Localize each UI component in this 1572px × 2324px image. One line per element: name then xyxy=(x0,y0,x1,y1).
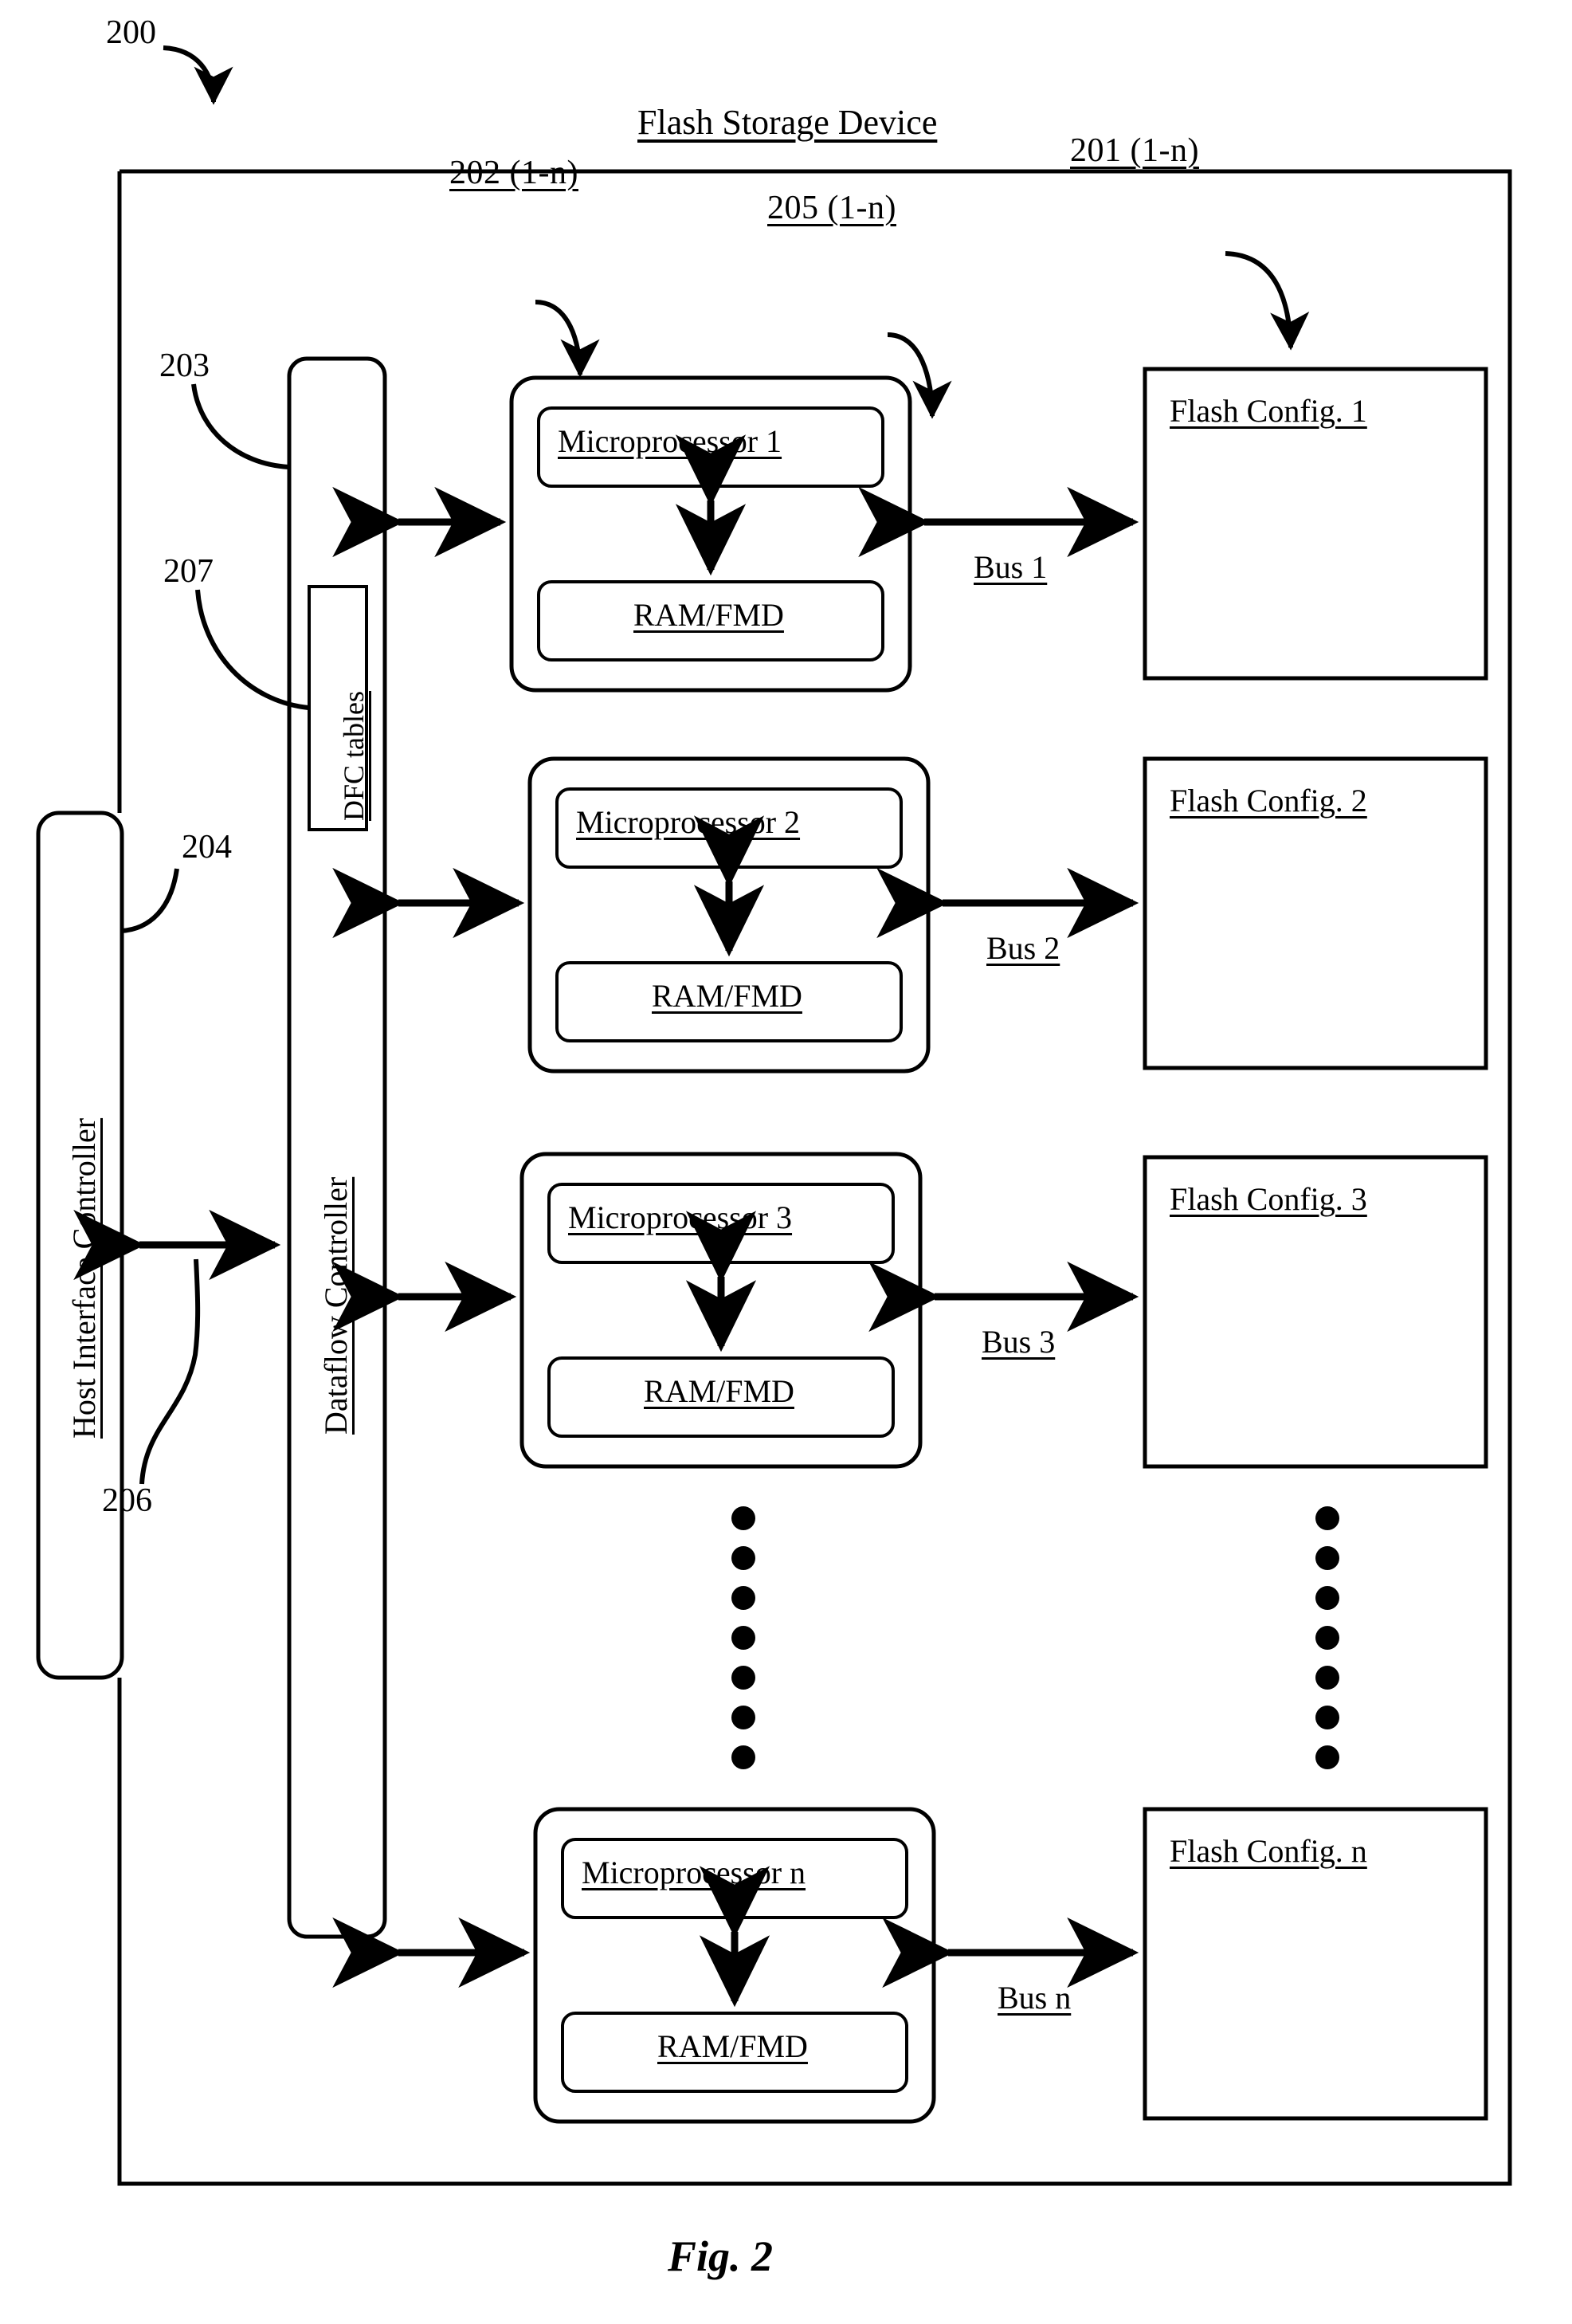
host-interface-controller-label: Host Interface Controller xyxy=(66,1117,102,1439)
ref-200: 200 xyxy=(106,14,156,51)
ellipsis-dots-processors xyxy=(731,1506,755,1769)
ref-206: 206 xyxy=(102,1482,152,1519)
ref-207: 207 xyxy=(163,553,214,590)
flash-config-1-label: Flash Config. 1 xyxy=(1170,393,1367,429)
leader-206 xyxy=(139,1258,201,1485)
ram-fmd-1-label: RAM/FMD xyxy=(633,597,784,633)
ref-204: 204 xyxy=(182,829,232,866)
leader-202 xyxy=(535,300,600,378)
leader-200 xyxy=(163,45,233,105)
ref-203: 203 xyxy=(159,347,210,384)
leader-205 xyxy=(887,332,952,419)
bus-1-label: Bus 1 xyxy=(974,549,1048,585)
microprocessor-n-label: Microprocessor n xyxy=(582,1855,806,1890)
microprocessor-1-label: Microprocessor 1 xyxy=(558,423,782,459)
bus-arrows xyxy=(858,486,1139,1988)
dataflow-controller-label: Dataflow Controller xyxy=(318,1176,354,1435)
ellipsis-dots-flash-configs xyxy=(1315,1506,1339,1769)
dfc-tables-label: DFC tables xyxy=(338,690,370,821)
ref-205: 205 (1-n) xyxy=(767,190,896,226)
leader-207 xyxy=(195,589,309,710)
ref-202: 202 (1-n) xyxy=(449,155,578,191)
leader-203 xyxy=(191,383,289,469)
processor-inner-outlines xyxy=(537,406,908,2093)
diagram-vector-layer xyxy=(36,45,1512,2186)
ram-fmd-3-label: RAM/FMD xyxy=(644,1373,794,1409)
processor-memory-arrows xyxy=(675,434,770,2008)
leader-201 xyxy=(1225,251,1310,351)
microprocessor-3-label: Microprocessor 3 xyxy=(568,1199,793,1235)
leader-204 xyxy=(120,868,179,933)
dfc-processor-arrows xyxy=(332,486,531,1988)
microprocessor-2-label: Microprocessor 2 xyxy=(576,804,801,840)
ref-201: 201 (1-n) xyxy=(1070,132,1199,169)
bus-n-label: Bus n xyxy=(998,1980,1072,2016)
patent-figure: 200 Flash Storage Device 201 (1-n) 202 (… xyxy=(0,0,1572,2324)
bus-2-label: Bus 2 xyxy=(986,930,1060,966)
dataflow-controller-outline xyxy=(287,356,387,1939)
ram-fmd-n-label: RAM/FMD xyxy=(657,2028,808,2064)
flash-config-2-label: Flash Config. 2 xyxy=(1170,783,1367,819)
bus-3-label: Bus 3 xyxy=(982,1324,1056,1360)
ram-fmd-2-label: RAM/FMD xyxy=(652,978,802,1014)
flash-storage-device-title: Flash Storage Device xyxy=(637,103,938,142)
figure-caption: Fig. 2 xyxy=(668,2232,774,2280)
flash-config-n-label: Flash Config. n xyxy=(1170,1833,1367,1869)
flash-config-3-label: Flash Config. 3 xyxy=(1170,1181,1367,1217)
